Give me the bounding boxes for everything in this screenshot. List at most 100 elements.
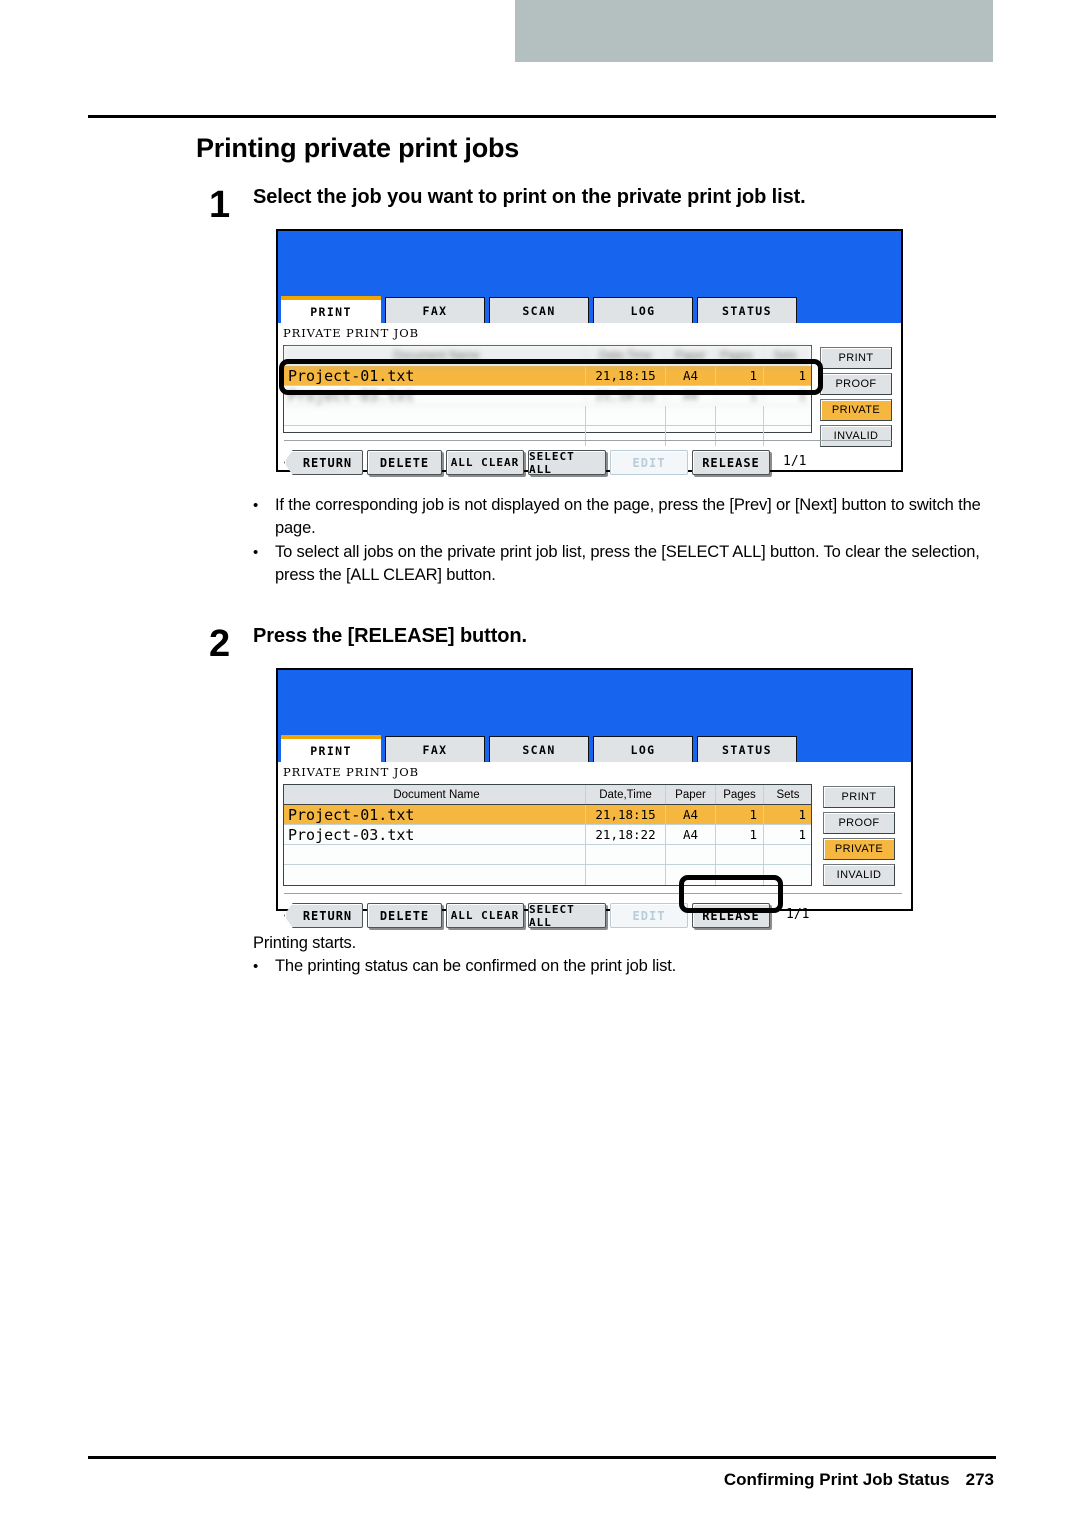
return-button[interactable]: RETURN xyxy=(284,450,363,475)
table-row[interactable] xyxy=(284,865,811,885)
footer-section-title: Confirming Print Job Status xyxy=(723,1470,950,1489)
col-document-name: Document Name xyxy=(284,785,586,804)
edit-button: EDIT xyxy=(610,450,688,475)
side-button-print[interactable]: PRINT xyxy=(820,347,892,369)
cell-paper xyxy=(666,426,716,446)
printing-starts-text: Printing starts. xyxy=(253,934,357,952)
tab-bar: PRINT FAX SCAN LOG STATUS xyxy=(278,735,911,762)
side-button-invalid[interactable]: INVALID xyxy=(823,864,895,886)
step-1-text: Select the job you want to print on the … xyxy=(253,186,806,208)
col-paper: Paper xyxy=(666,785,716,804)
page-indicator: 1/1 xyxy=(786,907,810,922)
cell-pages: 1 xyxy=(716,825,764,844)
tab-fax[interactable]: FAX xyxy=(385,297,485,323)
cell-sets xyxy=(764,406,812,425)
table-row[interactable]: Project-03.txt 21,18:22 A4 1 1 xyxy=(284,386,811,406)
cell-paper: A4 xyxy=(666,386,716,405)
release-button[interactable]: RELEASE xyxy=(692,903,770,928)
lcd-panel-step1[interactable]: PRINT FAX SCAN LOG STATUS PRIVATE PRINT … xyxy=(276,229,903,476)
all-clear-button[interactable]: ALL CLEAR xyxy=(446,903,524,928)
list-item-text: If the corresponding job is not displaye… xyxy=(275,496,981,537)
table-row[interactable]: Project-01.txt 21,18:15 A4 1 1 xyxy=(284,366,811,386)
tab-scan[interactable]: SCAN xyxy=(489,297,589,323)
bullet-icon: • xyxy=(253,497,259,514)
list-item-text: The printing status can be confirmed on … xyxy=(275,957,677,975)
tab-fax[interactable]: FAX xyxy=(385,736,485,762)
side-button-print[interactable]: PRINT xyxy=(823,786,895,808)
tab-scan[interactable]: SCAN xyxy=(489,736,589,762)
table-row[interactable] xyxy=(284,406,811,426)
side-button-proof[interactable]: PROOF xyxy=(820,373,892,395)
cell-date-time: 21,18:15 xyxy=(586,805,666,824)
table-row[interactable]: Project-01.txt 21,18:15 A4 1 1 xyxy=(284,805,811,825)
bullet-icon: • xyxy=(253,544,259,561)
col-pages: Pages xyxy=(716,785,764,804)
cell-date-time xyxy=(586,845,666,864)
cell-pages: 1 xyxy=(716,805,764,824)
cell-date-time: 21,18:15 xyxy=(586,366,666,385)
edit-button: EDIT xyxy=(610,903,688,928)
return-button[interactable]: RETURN xyxy=(284,903,363,928)
bullet-icon: • xyxy=(253,958,259,975)
cell-paper: A4 xyxy=(666,805,716,824)
footer-rule xyxy=(88,1456,996,1459)
table-row[interactable] xyxy=(284,426,811,446)
footer: Confirming Print Job Status 273 xyxy=(724,1470,994,1490)
delete-button[interactable]: DELETE xyxy=(367,903,442,928)
bottom-separator xyxy=(284,893,902,894)
cell-pages xyxy=(716,406,764,425)
list-item: • If the corresponding job is not displa… xyxy=(253,494,998,540)
cell-paper: A4 xyxy=(666,825,716,844)
cell-sets: 1 xyxy=(798,827,806,842)
cell-date-time: 21,18:22 xyxy=(586,386,666,405)
col-paper: Paper xyxy=(666,346,716,365)
cell-sets xyxy=(764,865,812,885)
select-all-button[interactable]: SELECT ALL xyxy=(528,903,606,929)
footer-page-number: 273 xyxy=(965,1470,994,1489)
list-item: • The printing status can be confirmed o… xyxy=(253,955,998,978)
tab-print[interactable]: PRINT xyxy=(281,735,381,762)
page-top-banner xyxy=(515,0,993,62)
cell-date-time xyxy=(586,406,666,425)
tab-print[interactable]: PRINT xyxy=(281,296,381,323)
table-row[interactable]: Project-03.txt 21,18:22 A4 1 1 xyxy=(284,825,811,845)
step-2-number: 2 xyxy=(209,623,231,665)
side-button-invalid[interactable]: INVALID xyxy=(820,425,892,447)
cell-document-name: Project-03.txt xyxy=(284,386,586,405)
tab-log[interactable]: LOG xyxy=(593,297,693,323)
lcd-panel-step2[interactable]: PRINT FAX SCAN LOG STATUS PRIVATE PRINT … xyxy=(276,668,913,929)
cell-document-name xyxy=(284,845,586,864)
step-2-text: Press the [RELEASE] button. xyxy=(253,625,527,647)
col-pages: Pages xyxy=(716,346,764,365)
delete-button[interactable]: DELETE xyxy=(367,450,442,475)
select-all-button[interactable]: SELECT ALL xyxy=(528,450,606,476)
tab-log[interactable]: LOG xyxy=(593,736,693,762)
cell-pages xyxy=(716,865,764,885)
cell-document-name xyxy=(284,406,586,425)
private-print-job-table[interactable]: Document Name Date,Time Paper Pages Sets… xyxy=(283,345,812,446)
release-button[interactable]: RELEASE xyxy=(692,450,770,475)
cell-document-name: Project-01.txt xyxy=(284,366,586,385)
panel-blue-header xyxy=(278,231,901,297)
step-1-number: 1 xyxy=(209,184,231,226)
cell-document-name: Project-01.txt xyxy=(284,805,586,824)
cell-date-time xyxy=(586,865,666,885)
cell-paper xyxy=(666,845,716,864)
all-clear-button[interactable]: ALL CLEAR xyxy=(446,450,524,475)
private-print-job-table[interactable]: Document Name Date,Time Paper Pages Sets… xyxy=(283,784,812,886)
table-row[interactable] xyxy=(284,845,811,865)
cell-paper xyxy=(666,406,716,425)
cell-document-name xyxy=(284,865,586,885)
notes-after-step2: • The printing status can be confirmed o… xyxy=(253,955,998,979)
cell-document-name xyxy=(284,426,586,446)
col-date-time: Date,Time xyxy=(586,785,666,804)
screen-label: PRIVATE PRINT JOB xyxy=(283,326,419,340)
bottom-separator xyxy=(284,440,892,441)
tab-status[interactable]: STATUS xyxy=(697,736,797,762)
side-button-proof[interactable]: PROOF xyxy=(823,812,895,834)
cell-pages xyxy=(716,426,764,446)
side-button-private[interactable]: PRIVATE xyxy=(820,399,892,421)
cell-sets: 1 xyxy=(798,807,806,822)
tab-status[interactable]: STATUS xyxy=(697,297,797,323)
side-button-private[interactable]: PRIVATE xyxy=(823,838,895,860)
